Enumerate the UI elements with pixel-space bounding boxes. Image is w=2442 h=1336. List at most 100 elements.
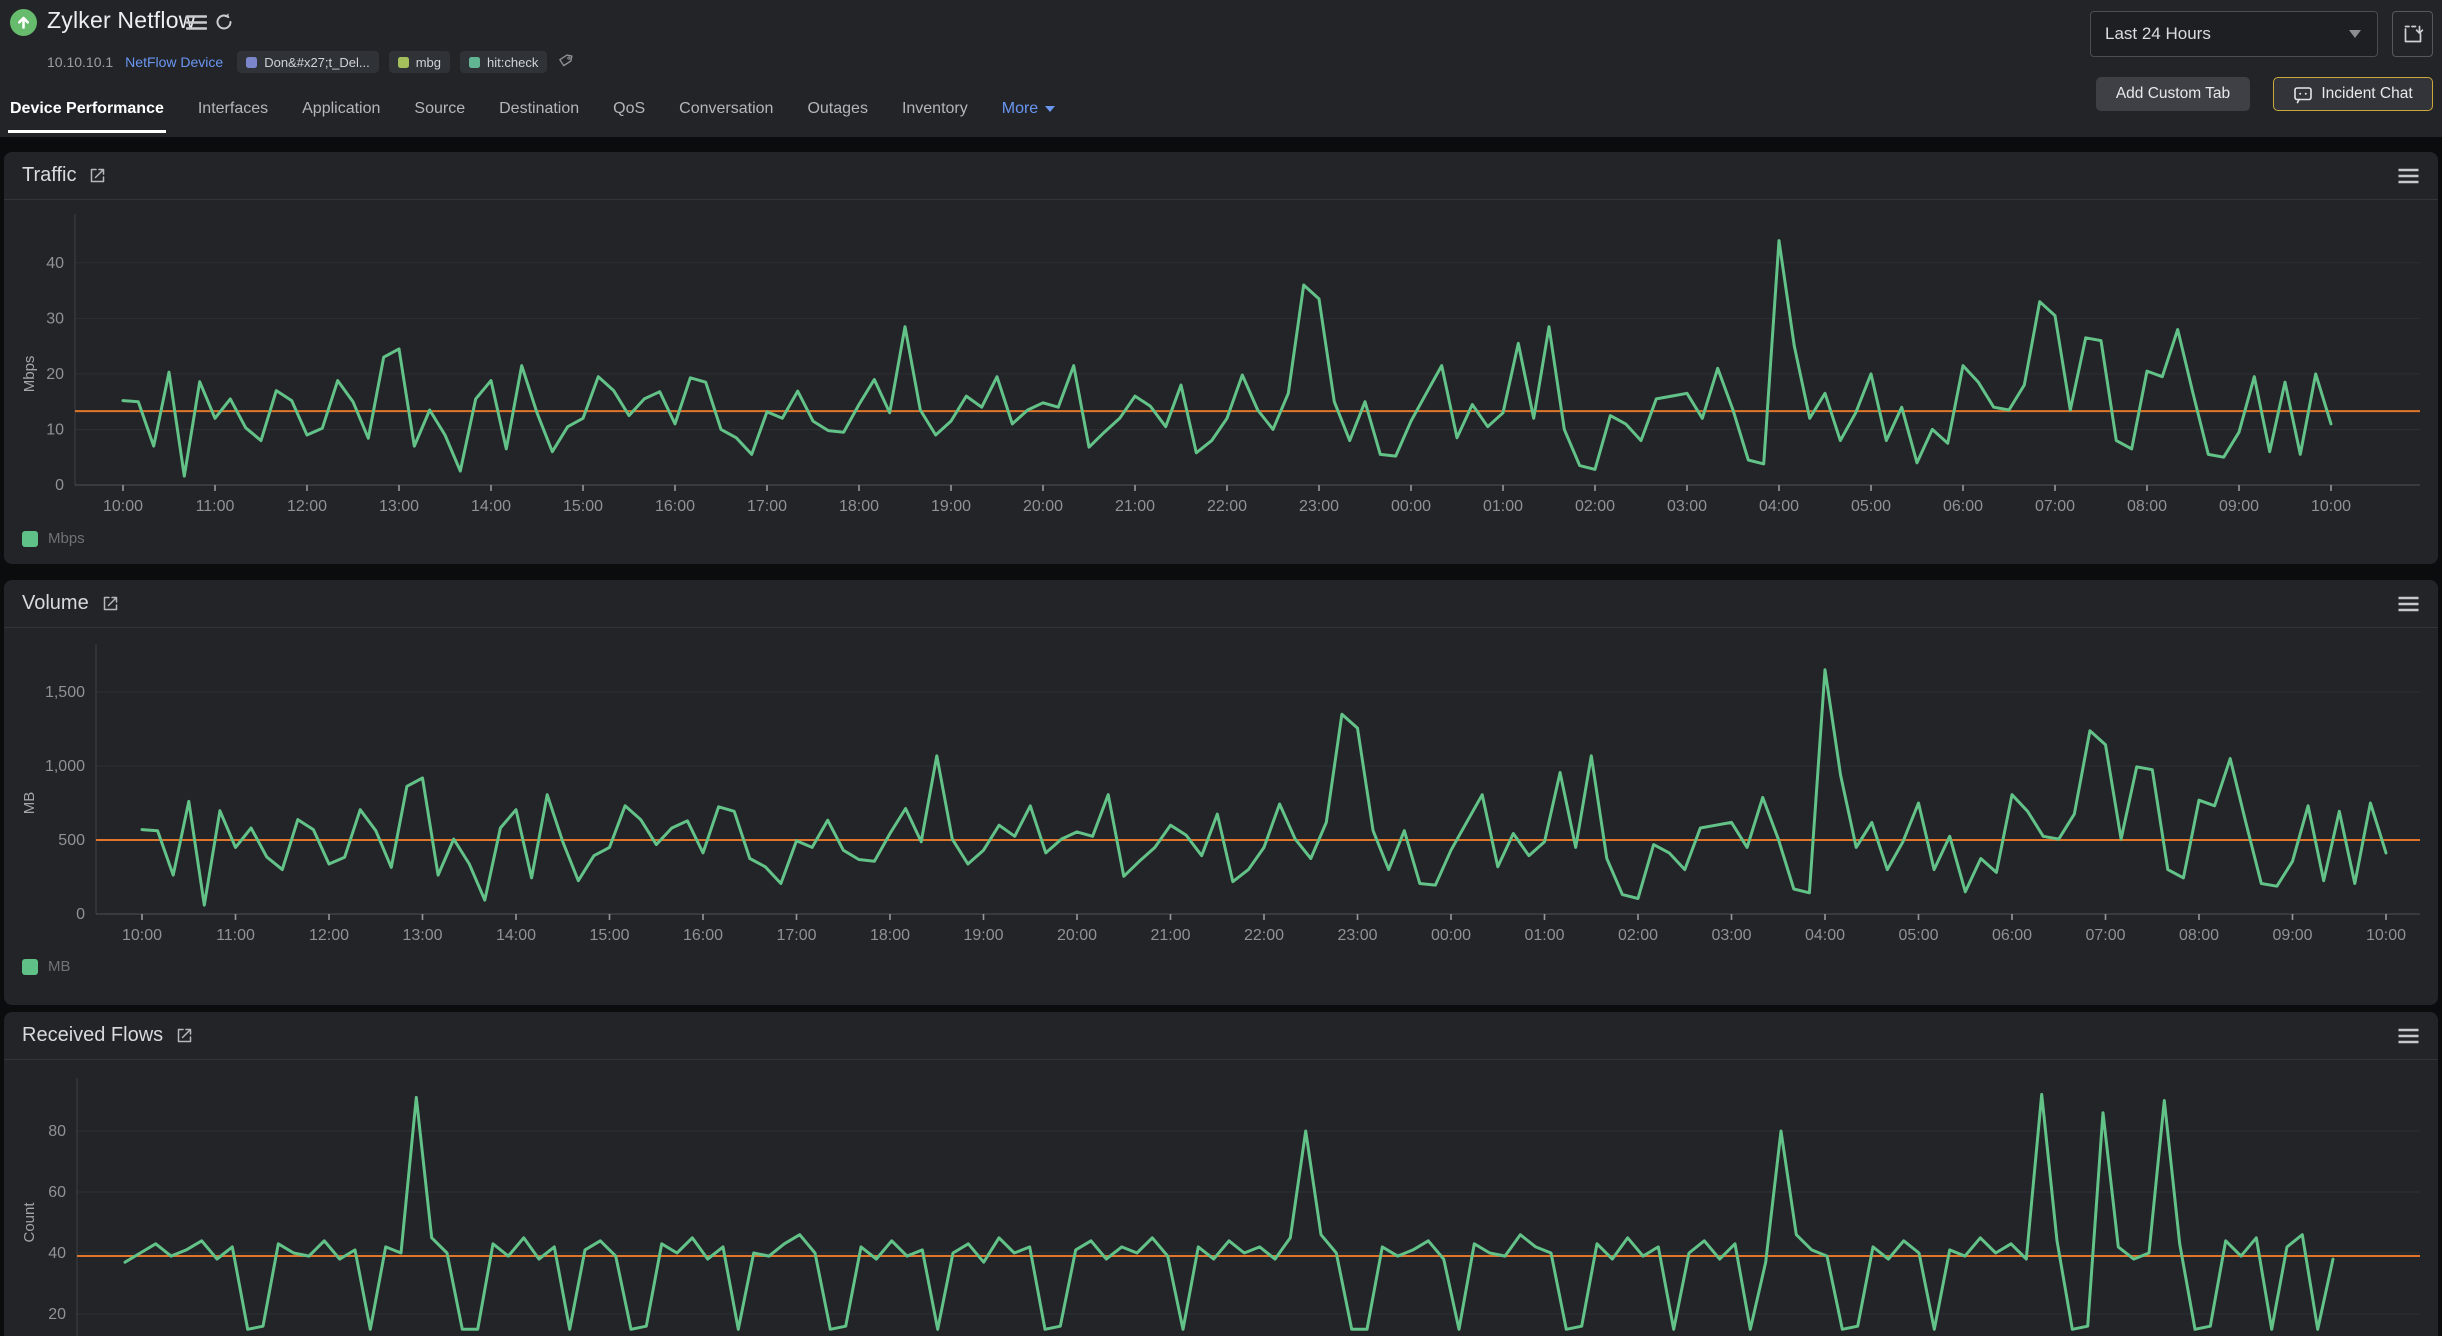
series-line	[123, 241, 2331, 477]
device-tag[interactable]: mbg	[389, 51, 450, 73]
tag-label: mbg	[416, 55, 441, 70]
x-tick-label: 06:00	[1943, 498, 1983, 515]
x-tick-label: 22:00	[1244, 927, 1284, 944]
device-tab-bar: Device Performance Interfaces Application S…	[8, 92, 1087, 133]
x-tick-label: 04:00	[1759, 498, 1799, 515]
tab-label: Application	[302, 100, 380, 117]
tab-source[interactable]: Source	[412, 92, 467, 133]
legend-swatch	[22, 959, 38, 975]
tag-icon	[557, 53, 576, 72]
x-tick-label: 16:00	[683, 927, 723, 944]
expand-chart-icon	[101, 594, 120, 613]
legend-label: MB	[48, 958, 71, 975]
tab-label: Device Performance	[10, 100, 164, 117]
device-menu-button[interactable]	[186, 14, 207, 34]
chart-menu-button[interactable]	[2397, 168, 2420, 184]
x-tick-label: 20:00	[1057, 927, 1097, 944]
tab-conversation[interactable]: Conversation	[677, 92, 775, 133]
refresh-button[interactable]	[214, 12, 234, 35]
x-tick-label: 11:00	[196, 498, 235, 515]
y-tick-label: 1,000	[45, 758, 85, 775]
y-tick-label: 80	[48, 1123, 66, 1140]
device-subheader: 10.10.10.1 NetFlow Device Don&#x27;t_Del…	[47, 50, 576, 74]
manage-tags-button[interactable]	[557, 53, 576, 72]
device-tags: Don&#x27;t_Del... mbg hit:check	[237, 51, 547, 73]
y-tick-label: 40	[46, 255, 64, 272]
device-ip: 10.10.10.1	[47, 54, 113, 70]
refresh-icon	[214, 12, 234, 32]
tab-device-performance[interactable]: Device Performance	[8, 92, 166, 133]
x-tick-label: 05:00	[1898, 927, 1938, 944]
x-tick-label: 00:00	[1391, 498, 1431, 515]
x-tick-label: 16:00	[655, 498, 695, 515]
chat-icon	[2293, 85, 2313, 104]
chart-card-header: Traffic	[4, 152, 2438, 200]
x-tick-label: 05:00	[1851, 498, 1891, 515]
tab-label: Outages	[807, 100, 867, 117]
up-arrow-icon	[15, 14, 32, 31]
y-axis-title: Mbps	[21, 356, 38, 393]
y-tick-label: 40	[48, 1245, 66, 1262]
legend-label: Mbps	[48, 530, 85, 547]
chart-menu-button[interactable]	[2397, 1028, 2420, 1044]
y-tick-label: 0	[55, 477, 64, 494]
tab-inventory[interactable]: Inventory	[900, 92, 970, 133]
tab-label: Destination	[499, 100, 579, 117]
volume-chart-card: Volume MB 05001,0001,50010:0011:0012:001…	[4, 580, 2438, 1005]
open-chart-analytics-button[interactable]	[88, 166, 107, 185]
device-type-link[interactable]: NetFlow Device	[125, 54, 223, 70]
chart-title: Received Flows	[22, 1024, 163, 1047]
open-chart-analytics-button[interactable]	[101, 594, 120, 613]
tab-outages[interactable]: Outages	[805, 92, 869, 133]
add-custom-tab-button[interactable]: Add Custom Tab	[2096, 77, 2250, 111]
traffic-chart: 01020304010:0011:0012:0013:0014:0015:001…	[14, 210, 2428, 520]
device-tag[interactable]: hit:check	[460, 51, 547, 73]
x-tick-label: 12:00	[287, 498, 327, 515]
legend-item[interactable]: MB	[22, 958, 71, 975]
tab-label: Conversation	[679, 100, 773, 117]
x-tick-label: 17:00	[747, 498, 787, 515]
tab-more[interactable]: More	[1000, 92, 1057, 133]
incident-chat-label: Incident Chat	[2321, 85, 2412, 103]
open-chart-analytics-button[interactable]	[175, 1026, 194, 1045]
tab-application[interactable]: Application	[300, 92, 382, 133]
y-tick-label: 20	[48, 1306, 66, 1323]
tag-color-swatch	[246, 57, 257, 68]
x-tick-label: 10:00	[2311, 498, 2351, 515]
tab-interfaces[interactable]: Interfaces	[196, 92, 270, 133]
x-tick-label: 13:00	[379, 498, 419, 515]
tab-label: Inventory	[902, 100, 968, 117]
x-tick-label: 18:00	[839, 498, 879, 515]
x-tick-label: 15:00	[589, 927, 629, 944]
x-tick-label: 00:00	[1431, 927, 1471, 944]
add-to-dashboard-button[interactable]	[2392, 11, 2433, 57]
tab-qos[interactable]: QoS	[611, 92, 647, 133]
incident-chat-button[interactable]: Incident Chat	[2273, 77, 2433, 111]
time-range-select[interactable]: Last 24 Hours	[2090, 11, 2378, 57]
chart-menu-icon	[2397, 596, 2420, 612]
tag-color-swatch	[469, 57, 480, 68]
series-line	[125, 1094, 2333, 1329]
volume-chart: 05001,0001,50010:0011:0012:0013:0014:001…	[14, 640, 2428, 952]
x-tick-label: 11:00	[216, 927, 255, 944]
series-line	[142, 670, 2386, 905]
x-tick-label: 17:00	[776, 927, 816, 944]
x-tick-label: 07:00	[2035, 498, 2075, 515]
x-tick-label: 18:00	[870, 927, 910, 944]
received-flows-chart: 2040608010:0011:0012:0013:0014:0015:0016…	[14, 1074, 2428, 1336]
device-status-icon	[10, 9, 37, 36]
tag-label: hit:check	[487, 55, 538, 70]
x-tick-label: 01:00	[1524, 927, 1564, 944]
x-tick-label: 04:00	[1805, 927, 1845, 944]
legend-item[interactable]: Mbps	[22, 530, 85, 547]
x-tick-label: 22:00	[1207, 498, 1247, 515]
tab-destination[interactable]: Destination	[497, 92, 581, 133]
chart-menu-button[interactable]	[2397, 596, 2420, 612]
x-tick-label: 19:00	[963, 927, 1003, 944]
chart-menu-icon	[2397, 168, 2420, 184]
traffic-chart-card: Traffic Mbps 01020304010:0011:0012:0013:…	[4, 152, 2438, 564]
add-to-dashboard-icon	[2402, 23, 2424, 45]
y-tick-label: 20	[46, 366, 64, 383]
device-tag[interactable]: Don&#x27;t_Del...	[237, 51, 379, 73]
tab-label: More	[1002, 100, 1038, 118]
